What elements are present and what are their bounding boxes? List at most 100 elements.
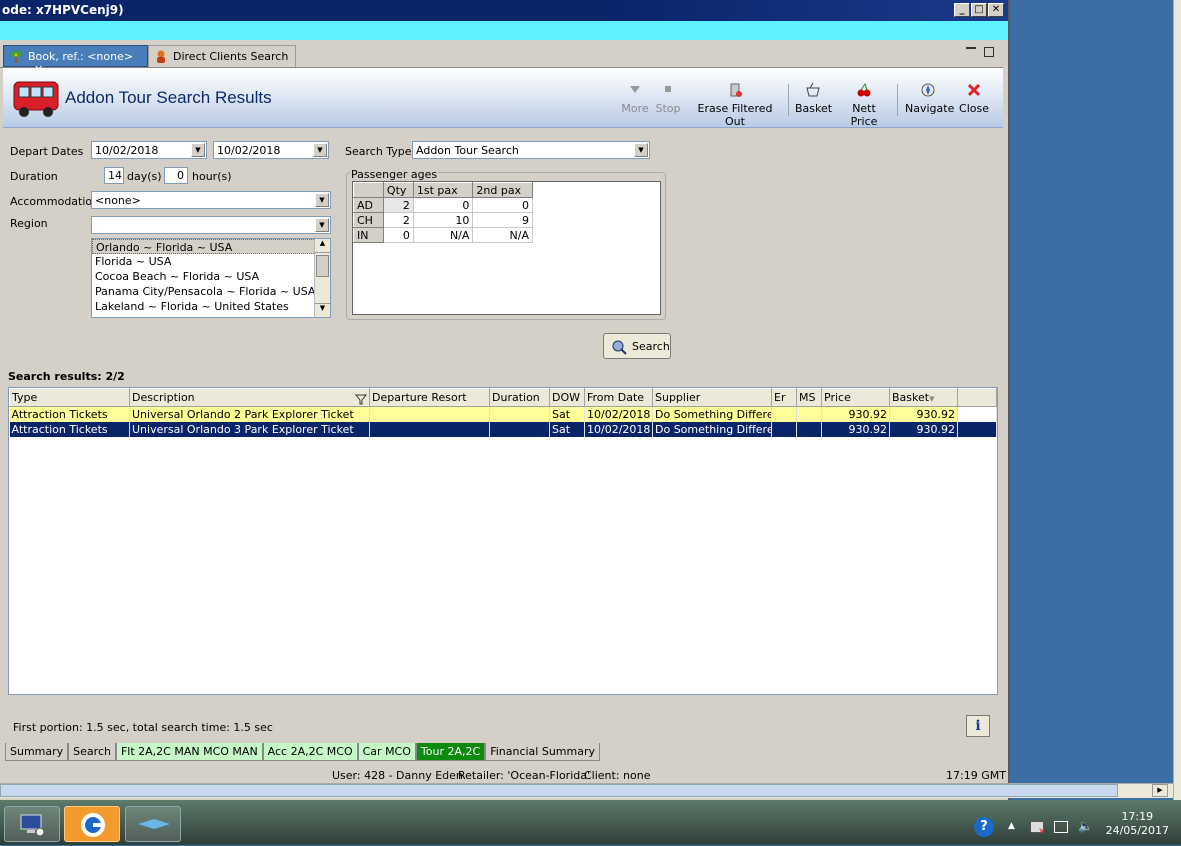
duration-days-input[interactable]: 14 — [104, 167, 124, 184]
tab-direct-clients-search[interactable]: Direct Clients Search — [148, 45, 296, 67]
scroll-thumb[interactable] — [0, 784, 1118, 797]
tab-accommodation[interactable]: Acc 2A,2C MCO — [262, 743, 358, 761]
column-header-from-date[interactable]: From Date — [584, 388, 653, 407]
column-header-supplier[interactable]: Supplier — [652, 388, 772, 407]
more-button[interactable]: More — [621, 82, 649, 122]
dropdown-arrow-icon[interactable]: ▼ — [191, 143, 205, 157]
scroll-up-icon[interactable]: ▲ — [315, 239, 330, 253]
clock-time: 17:19 — [1121, 810, 1154, 823]
cell-basket: 930.92 — [889, 406, 958, 422]
taskbar-window-button[interactable] — [125, 806, 181, 842]
table-row[interactable]: Attraction Tickets Universal Orlando 3 P… — [9, 421, 997, 437]
column-header-description[interactable]: Description — [129, 388, 370, 407]
tab-summary[interactable]: Summary — [5, 743, 69, 761]
pax-qty[interactable]: 0 — [382, 227, 414, 243]
pax-qty[interactable]: 2 — [382, 212, 414, 228]
pax-age[interactable]: N/A — [472, 227, 533, 243]
toolbar-separator — [897, 84, 898, 116]
close-window-button[interactable]: ✕ — [988, 3, 1004, 17]
pax-age[interactable]: N/A — [412, 227, 474, 243]
taskbar-computer-button[interactable] — [4, 806, 60, 842]
nett-price-button[interactable]: Nett Price — [839, 82, 889, 128]
cell-supplier: Do Something Different — [652, 406, 772, 422]
column-header-price[interactable]: Price — [821, 388, 890, 407]
erase-filtered-out-button[interactable]: Erase Filtered Out — [689, 82, 781, 128]
cell-from-date: 10/02/2018 — [584, 421, 653, 437]
filter-icon[interactable] — [355, 394, 367, 405]
column-header-duration[interactable]: Duration — [489, 388, 550, 407]
list-item[interactable]: Lakeland ~ Florida ~ United States — [92, 299, 330, 314]
results-grid[interactable]: Type Description Departure Resort Durati… — [8, 387, 998, 695]
dropdown-arrow-icon[interactable]: ▼ — [315, 218, 329, 232]
scroll-right-icon[interactable]: ▶ — [1152, 784, 1168, 797]
tab-car[interactable]: Car MCO — [357, 743, 416, 761]
list-item[interactable]: Panama City/Pensacola ~ Florida ~ USA — [92, 284, 330, 299]
cell-description: Universal Orlando 3 Park Explorer Ticket — [129, 421, 370, 437]
pax-qty[interactable]: 2 — [382, 197, 414, 213]
tab-tour[interactable]: Tour 2A,2C — [415, 743, 486, 761]
pax-age[interactable]: 9 — [472, 212, 533, 228]
column-header-basket[interactable]: Basket▼ — [889, 388, 958, 407]
info-button[interactable]: i — [966, 715, 990, 737]
pax-age[interactable]: 10 — [412, 212, 474, 228]
list-item[interactable]: Florida ~ USA — [92, 254, 330, 269]
close-button[interactable]: Close — [959, 82, 989, 122]
duration-hours-input[interactable]: 0 — [164, 167, 188, 184]
panel-minimize-icon[interactable] — [966, 47, 976, 49]
tab-booking[interactable]: Book, ref.: <none> ✕ — [3, 45, 148, 76]
clock[interactable]: 17:19 24/05/2017 — [1106, 810, 1169, 838]
accommodation-select[interactable]: <none> ▼ — [91, 191, 331, 209]
status-bar: User: 428 - Danny Eden Retailer: 'Ocean-… — [0, 767, 1008, 783]
dropdown-arrow-icon[interactable]: ▼ — [313, 143, 327, 157]
list-item[interactable]: Orlando ~ Florida ~ USA — [92, 239, 330, 254]
basket-button[interactable]: Basket — [795, 82, 832, 122]
cell-ms — [796, 406, 822, 422]
pax-row-child: CH 2 10 9 — [353, 212, 533, 228]
depart-from-field[interactable]: 10/02/2018 ▼ — [91, 141, 207, 159]
maximize-button[interactable]: □ — [971, 3, 987, 17]
pax-age[interactable]: 0 — [472, 197, 533, 213]
pax-header-corner — [353, 182, 384, 198]
scroll-thumb[interactable] — [316, 255, 329, 277]
search-button[interactable]: Search — [603, 333, 671, 359]
column-header-departure-resort[interactable]: Departure Resort — [369, 388, 490, 407]
list-item[interactable]: Cocoa Beach ~ Florida ~ USA — [92, 269, 330, 284]
horizontal-scrollbar[interactable]: ▶ — [0, 783, 1173, 798]
scroll-down-icon[interactable]: ▼ — [315, 303, 330, 317]
page-title: Addon Tour Search Results — [65, 88, 272, 107]
column-header-er[interactable]: Er — [771, 388, 797, 407]
column-header-ms[interactable]: MS — [796, 388, 822, 407]
minimize-button[interactable]: _ — [954, 3, 970, 17]
pax-header-1st: 1st pax — [412, 182, 474, 198]
taskbar-app-button[interactable] — [64, 806, 120, 842]
action-center-icon[interactable] — [1054, 821, 1068, 833]
dropdown-arrow-icon[interactable]: ▼ — [315, 193, 329, 207]
stop-button[interactable]: Stop — [655, 82, 681, 122]
help-icon[interactable]: ? — [974, 817, 994, 837]
funnel-icon — [630, 86, 640, 93]
pax-age[interactable]: 0 — [412, 197, 474, 213]
column-header-type[interactable]: Type — [9, 388, 130, 407]
column-header-dow[interactable]: DOW — [549, 388, 585, 407]
tab-search[interactable]: Search — [68, 743, 116, 761]
region-list[interactable]: Orlando ~ Florida ~ USA Florida ~ USA Co… — [91, 238, 331, 318]
tab-flight[interactable]: Flt 2A,2C MAN MCO MAN — [115, 743, 263, 761]
cell-basket: 930.92 — [889, 421, 958, 437]
duration-label: Duration — [10, 170, 58, 183]
navigate-button[interactable]: Navigate — [905, 82, 954, 122]
passenger-grid: Qty 1st pax 2nd pax AD 2 0 0 CH 2 10 9 I… — [353, 182, 533, 243]
tray-expand-icon[interactable]: ▲ — [1008, 821, 1015, 831]
results-header-row: Type Description Departure Resort Durati… — [9, 388, 997, 407]
cell-er — [771, 421, 797, 437]
table-row[interactable]: Attraction Tickets Universal Orlando 2 P… — [9, 406, 997, 422]
panel-restore-icon[interactable] — [984, 47, 994, 57]
tab-financial-summary[interactable]: Financial Summary — [485, 743, 601, 761]
list-scrollbar[interactable]: ▲ ▼ — [314, 239, 330, 317]
dropdown-arrow-icon[interactable]: ▼ — [634, 143, 648, 157]
region-label: Region — [10, 217, 48, 230]
search-type-select[interactable]: Addon Tour Search ▼ — [412, 141, 650, 159]
depart-to-field[interactable]: 10/02/2018 ▼ — [213, 141, 329, 159]
volume-icon[interactable]: 🔈 — [1078, 819, 1093, 833]
desktop-scrollbar[interactable] — [1173, 0, 1181, 800]
region-select[interactable]: ▼ — [91, 216, 331, 234]
